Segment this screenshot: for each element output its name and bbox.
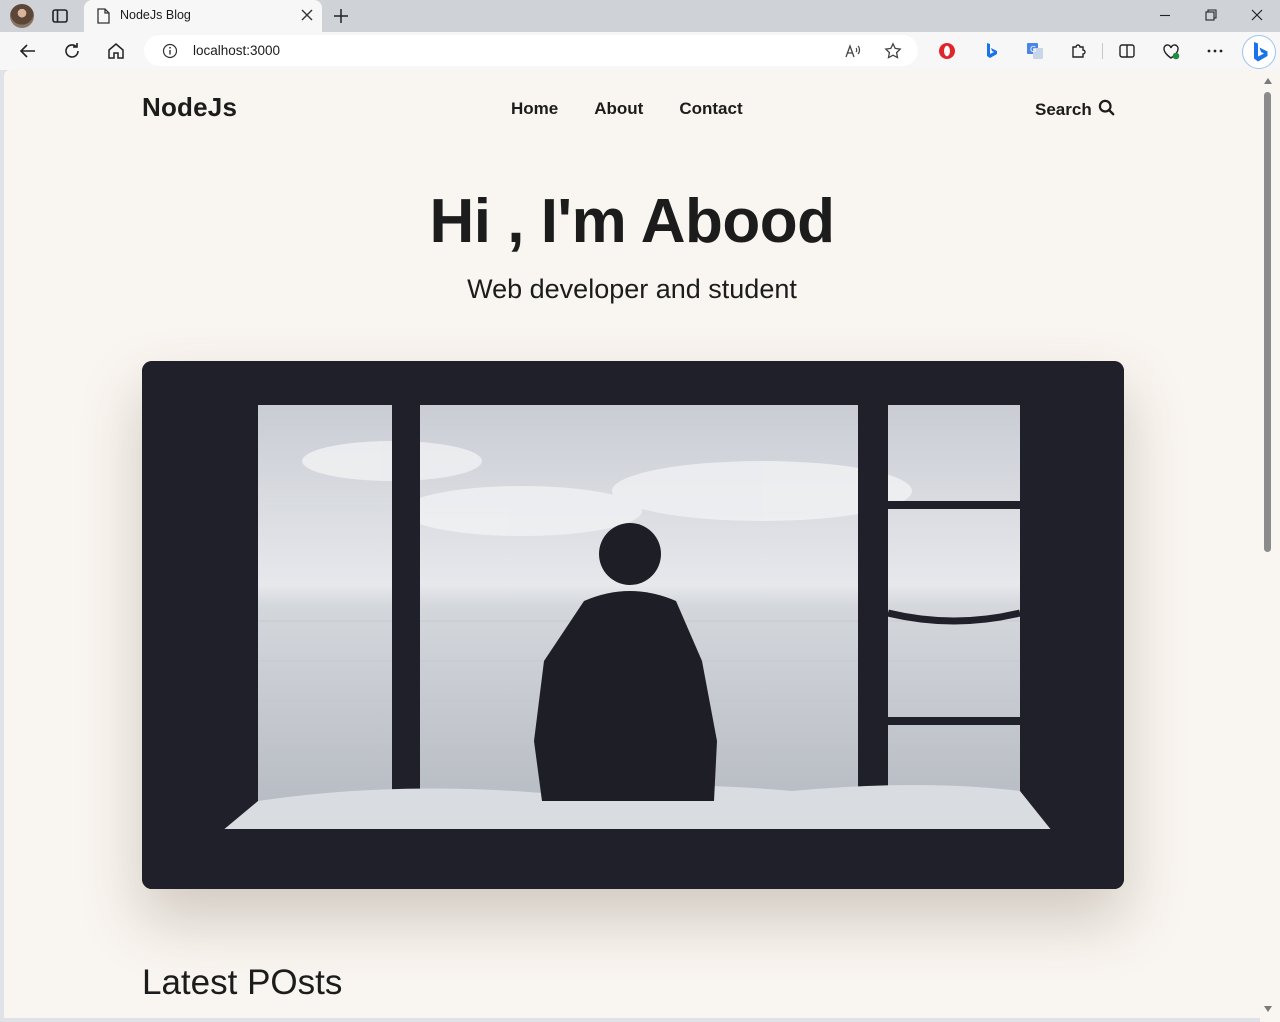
page-icon <box>96 8 110 29</box>
copilot-icon[interactable] <box>1242 35 1276 69</box>
site-header: NodeJs Home About Contact Search <box>4 70 1260 148</box>
nav-home-link[interactable]: Home <box>511 99 558 119</box>
minimize-icon[interactable] <box>1157 7 1173 28</box>
bing-extension-icon[interactable] <box>981 41 1001 61</box>
favorite-star-icon[interactable] <box>884 42 902 65</box>
search-label: Search <box>1035 100 1092 119</box>
tab-title: NodeJs Blog <box>120 8 191 22</box>
address-bar[interactable]: localhost:3000 <box>144 35 918 66</box>
nav-contact-link[interactable]: Contact <box>679 99 742 119</box>
scrollbar-thumb[interactable] <box>1264 92 1271 552</box>
back-icon[interactable] <box>18 41 38 61</box>
site-logo[interactable]: NodeJs <box>142 92 237 123</box>
opera-extension-icon[interactable] <box>937 41 957 61</box>
read-aloud-icon[interactable] <box>844 42 862 65</box>
profile-avatar[interactable] <box>10 4 34 28</box>
site-info-icon[interactable] <box>162 43 178 64</box>
browser-tab[interactable]: NodeJs Blog <box>84 0 322 32</box>
hero-subtitle: Web developer and student <box>467 274 797 304</box>
browser-toolbar: localhost:3000 G <box>0 32 1280 70</box>
hero-image <box>142 361 1124 889</box>
toolbar-divider <box>1102 43 1103 59</box>
split-screen-icon[interactable] <box>1117 41 1137 61</box>
new-tab-icon[interactable] <box>332 7 350 30</box>
more-options-icon[interactable] <box>1205 41 1225 61</box>
browser-tab-strip: NodeJs Blog <box>0 0 1280 32</box>
search-button[interactable]: Search <box>1035 99 1115 121</box>
extensions-puzzle-icon[interactable] <box>1069 41 1089 61</box>
restore-icon[interactable] <box>1203 7 1219 28</box>
page-viewport: NodeJs Home About Contact Search Hi , I'… <box>4 70 1260 1018</box>
hero-title: Hi , I'm Abood <box>429 187 835 256</box>
close-window-icon[interactable] <box>1249 7 1265 28</box>
search-icon <box>1098 99 1115 121</box>
translate-extension-icon[interactable]: G <box>1025 41 1045 61</box>
refresh-icon[interactable] <box>62 41 82 61</box>
tab-actions-icon[interactable] <box>50 6 70 26</box>
close-tab-icon[interactable] <box>300 8 314 27</box>
page-scrollbar[interactable] <box>1260 70 1280 1022</box>
browser-essentials-icon[interactable] <box>1161 41 1181 61</box>
latest-posts-heading: Latest POsts <box>142 963 343 1002</box>
nav-about-link[interactable]: About <box>594 99 643 119</box>
main-nav: Home About Contact <box>511 99 779 119</box>
scroll-down-icon[interactable] <box>1264 1006 1272 1012</box>
svg-text:G: G <box>1030 45 1036 54</box>
scroll-up-icon[interactable] <box>1264 78 1272 84</box>
url-text: localhost:3000 <box>193 43 281 58</box>
home-icon[interactable] <box>106 41 126 61</box>
